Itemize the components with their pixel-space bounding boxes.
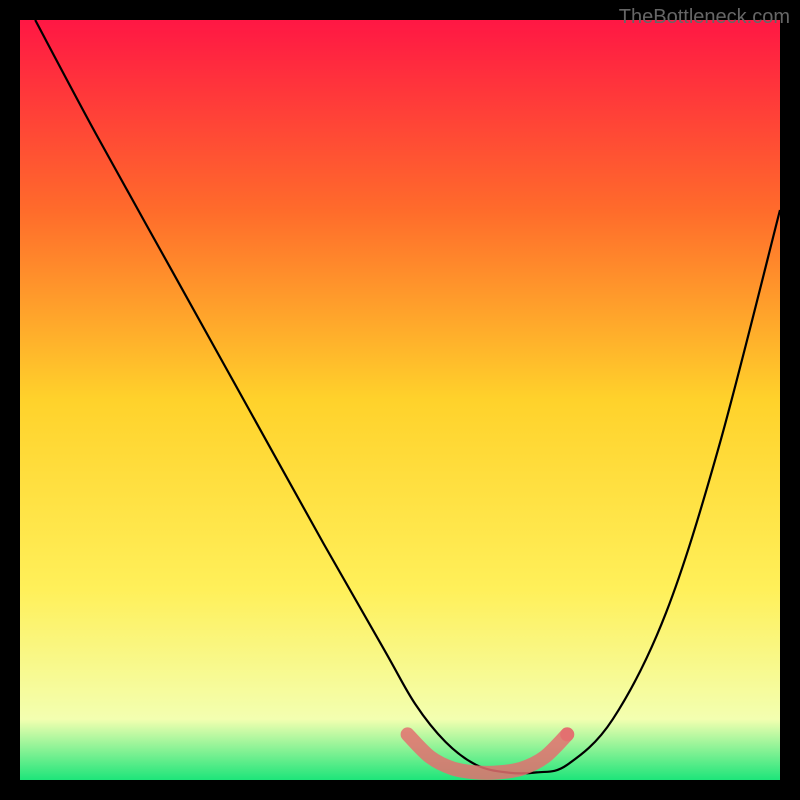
chart-container xyxy=(20,20,780,780)
bottleneck-chart xyxy=(20,20,780,780)
gradient-background xyxy=(20,20,780,780)
watermark-text: TheBottleneck.com xyxy=(619,6,790,29)
highlight-end-dot xyxy=(560,727,574,741)
